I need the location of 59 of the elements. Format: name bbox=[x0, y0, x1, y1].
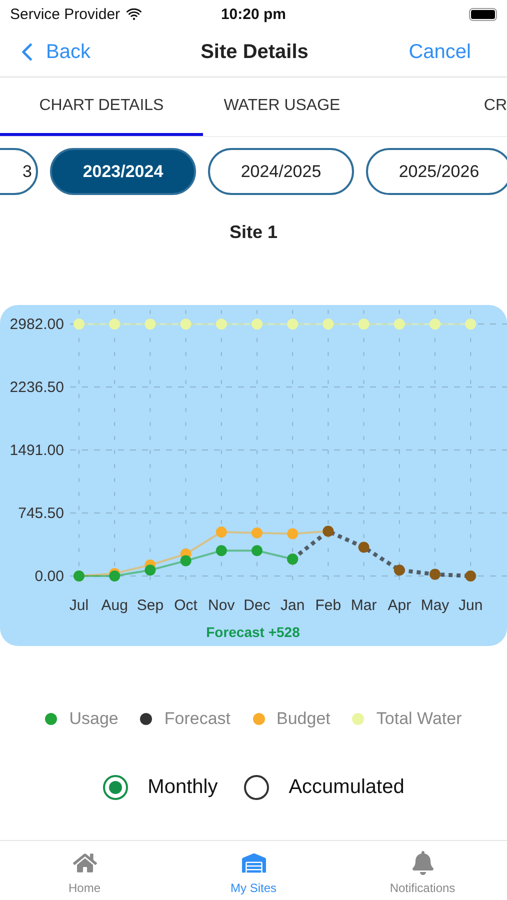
point bbox=[216, 526, 227, 538]
axis-label: 2236.50 bbox=[10, 379, 64, 396]
carrier-name: Service Provider bbox=[10, 6, 120, 22]
screen-title: Site Details bbox=[200, 40, 308, 64]
axis-label: Feb bbox=[315, 597, 342, 614]
year-chip[interactable]: 2024/2025 bbox=[208, 148, 354, 195]
legend-label: Forecast bbox=[164, 709, 231, 729]
point bbox=[358, 318, 370, 330]
clock: 10:20 pm bbox=[220, 6, 286, 22]
point bbox=[322, 318, 334, 330]
year-chip[interactable]: 3 bbox=[0, 148, 38, 195]
axis-label: Aug bbox=[101, 597, 128, 614]
axis-label: 745.50 bbox=[18, 505, 64, 522]
point bbox=[252, 527, 262, 538]
axis-label: Sep bbox=[136, 597, 164, 614]
axis-label: Jan bbox=[280, 597, 305, 614]
tab[interactable]: CHART DETAILS bbox=[0, 78, 203, 136]
legend-label: Budget bbox=[276, 709, 330, 729]
axis-label: Jul bbox=[69, 597, 89, 614]
battery-icon bbox=[468, 8, 497, 20]
chart-title: Site 1 bbox=[228, 222, 279, 243]
point bbox=[430, 318, 440, 330]
axis-label: 2982.00 bbox=[10, 316, 64, 333]
point bbox=[287, 318, 298, 330]
tab[interactable]: WATER USAGE bbox=[203, 78, 361, 136]
point bbox=[180, 318, 192, 330]
point bbox=[109, 318, 120, 330]
radio-option[interactable]: Monthly bbox=[102, 775, 218, 800]
point bbox=[74, 318, 84, 330]
point bbox=[252, 318, 262, 330]
axis-label: 1491.00 bbox=[10, 442, 64, 459]
point bbox=[465, 318, 476, 330]
point bbox=[144, 318, 156, 330]
point bbox=[180, 555, 192, 566]
bell-icon bbox=[410, 851, 434, 875]
axis-label: Mar bbox=[350, 597, 377, 614]
legend-label: Usage bbox=[69, 709, 118, 729]
point bbox=[109, 570, 120, 582]
forecast-label: Forecast +528 bbox=[206, 624, 300, 640]
axis-label: Apr bbox=[388, 597, 412, 614]
point bbox=[144, 564, 156, 576]
axis-label: 0.00 bbox=[34, 568, 64, 585]
warehouse-icon bbox=[242, 851, 266, 875]
tab[interactable]: CR bbox=[361, 78, 507, 136]
legend-label: Total Water bbox=[376, 709, 462, 729]
point bbox=[394, 318, 405, 330]
point bbox=[216, 318, 227, 330]
home-icon bbox=[72, 851, 96, 875]
axis-label: Oct bbox=[174, 597, 198, 614]
axis-label: Dec bbox=[244, 597, 270, 614]
axis-label: Jun bbox=[458, 597, 483, 614]
point bbox=[252, 545, 262, 556]
year-chip[interactable]: 2025/2026 bbox=[366, 148, 507, 195]
radio-option[interactable]: Accumulated bbox=[244, 775, 404, 800]
point bbox=[216, 545, 227, 556]
axis-label: Nov bbox=[208, 597, 235, 614]
axis-label: May bbox=[420, 597, 450, 614]
year-chip[interactable]: 2023/2024 bbox=[50, 148, 196, 195]
point bbox=[287, 528, 298, 540]
